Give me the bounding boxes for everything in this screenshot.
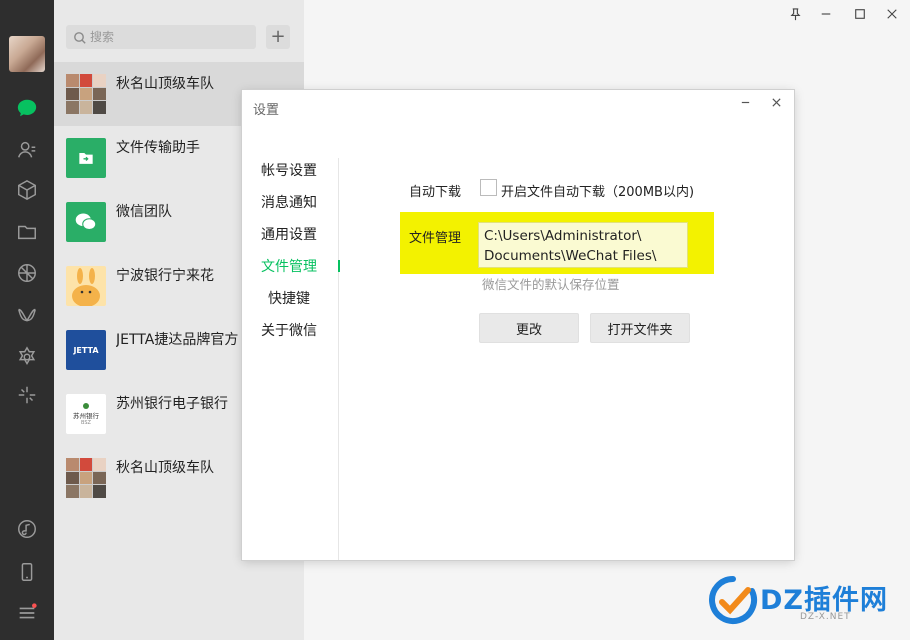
folder-icon[interactable] <box>12 217 42 247</box>
bank-logo-sub: BSZ <box>81 419 91 426</box>
chat-name: 微信团队 <box>116 204 172 220</box>
maximize-icon[interactable] <box>849 4 871 24</box>
file-path-description: 微信文件的默认保存位置 <box>482 277 620 292</box>
add-button[interactable]: + <box>266 25 290 49</box>
pin-icon[interactable] <box>784 4 806 24</box>
chat-name: 宁波银行宁来花 <box>116 268 214 284</box>
jetta-avatar: JETTA <box>66 330 106 370</box>
dialog-minimize-icon[interactable] <box>735 92 755 112</box>
close-icon[interactable] <box>881 4 903 24</box>
chat-name: 文件传输助手 <box>116 140 200 156</box>
search-feature-icon[interactable] <box>12 380 42 410</box>
chat-name: 苏州银行电子银行 <box>116 396 228 412</box>
menu-icon[interactable] <box>12 598 42 628</box>
phone-icon[interactable] <box>12 557 42 587</box>
bank-logo-text: 苏州银行 <box>73 411 99 420</box>
group-avatar <box>66 458 106 498</box>
open-folder-button[interactable]: 打开文件夹 <box>590 313 690 343</box>
chat-name: 秋名山顶级车队 <box>116 76 214 92</box>
nav-notifications[interactable]: 消息通知 <box>261 192 317 212</box>
dialog-close-icon[interactable] <box>766 92 786 112</box>
chat-name: JETTA捷达品牌官方 <box>116 332 239 348</box>
nav-divider <box>338 158 339 560</box>
file-transfer-avatar <box>66 138 106 178</box>
group-avatar <box>66 74 106 114</box>
change-button[interactable]: 更改 <box>479 313 579 343</box>
bank-logo-icon <box>83 402 89 409</box>
video-channel-icon[interactable] <box>12 300 42 330</box>
mini-program-icon[interactable] <box>12 342 42 372</box>
file-path-text: C:\Users\Administrator\ Documents\WeChat… <box>484 226 656 266</box>
music-icon[interactable] <box>12 514 42 544</box>
moments-icon[interactable] <box>12 258 42 288</box>
wechat-team-avatar <box>66 202 106 242</box>
minimize-icon[interactable] <box>815 4 837 24</box>
auto-download-label: 自动下载 <box>409 185 462 200</box>
favorites-cube-icon[interactable] <box>12 175 42 205</box>
bank-avatar: 苏州银行 BSZ <box>66 394 106 434</box>
jetta-logo-text: JETTA <box>73 345 99 355</box>
watermark-logo-icon <box>708 575 758 625</box>
watermark-subtext: DZ-X.NET <box>800 612 851 622</box>
nav-shortcuts[interactable]: 快捷键 <box>268 288 310 308</box>
search-icon <box>73 30 87 44</box>
auto-download-checkbox[interactable] <box>480 179 497 196</box>
nav-file-management[interactable]: 文件管理 <box>261 256 317 276</box>
settings-dialog: 设置 帐号设置 消息通知 通用设置 文件管理 快捷键 关于微信 自动下载 开启文… <box>242 90 794 560</box>
nav-about[interactable]: 关于微信 <box>261 320 317 340</box>
rabbit-avatar <box>66 266 106 306</box>
file-path-line1: C:\Users\Administrator\ <box>484 228 642 244</box>
contacts-icon[interactable] <box>12 135 42 165</box>
dialog-title: 设置 <box>253 103 280 118</box>
file-management-label: 文件管理 <box>409 231 462 246</box>
nav-general-settings[interactable]: 通用设置 <box>261 224 317 244</box>
search-placeholder: 搜索 <box>90 30 115 44</box>
auto-download-checkbox-label[interactable]: 开启文件自动下载（200MB以内) <box>501 181 694 200</box>
chat-icon[interactable] <box>12 93 42 123</box>
user-avatar[interactable] <box>9 36 45 72</box>
nav-account-settings[interactable]: 帐号设置 <box>261 160 317 180</box>
nav-active-indicator <box>338 260 340 272</box>
file-path-line2: Documents\WeChat Files\ <box>484 248 657 264</box>
chat-name: 秋名山顶级车队 <box>116 460 214 476</box>
